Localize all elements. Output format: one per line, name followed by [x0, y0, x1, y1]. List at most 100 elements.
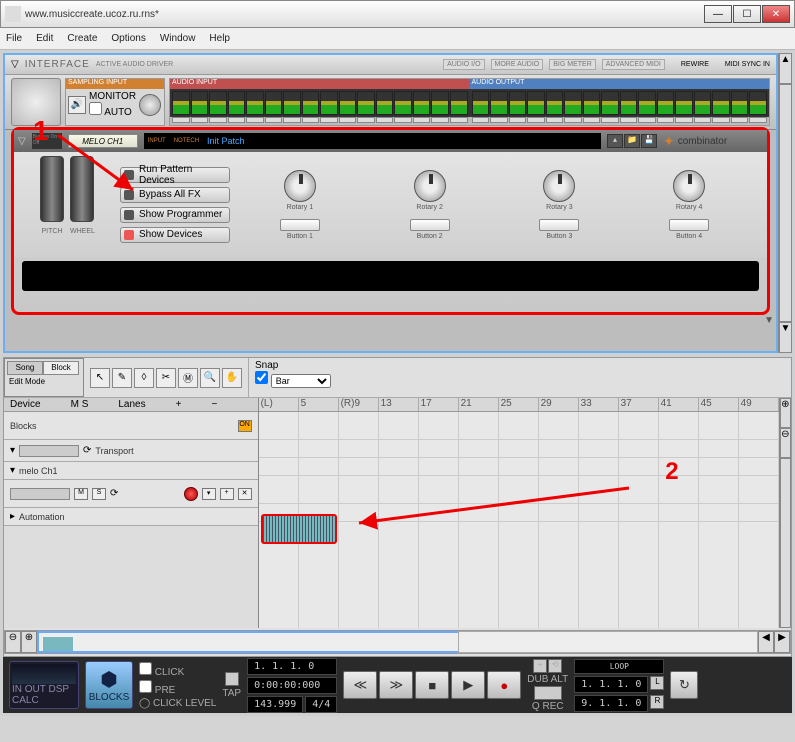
- stop-button[interactable]: ■: [415, 671, 449, 699]
- lane-blocks[interactable]: [259, 412, 779, 440]
- lane-add-button[interactable]: +: [220, 488, 234, 500]
- dub-plus-button[interactable]: +: [533, 659, 547, 673]
- click-checkbox[interactable]: [139, 662, 152, 675]
- rotary-1-knob[interactable]: [284, 170, 316, 202]
- tab-big-meter[interactable]: BIG METER: [549, 59, 596, 70]
- menu-window[interactable]: Window: [160, 33, 196, 44]
- scroll-left-button[interactable]: ◀: [758, 631, 774, 653]
- time-ruler[interactable]: (L)5(R)913172125293337414549: [259, 398, 779, 412]
- comb-button-4[interactable]: [669, 219, 709, 231]
- auto-label: AUTO: [104, 107, 132, 118]
- menu-file[interactable]: File: [6, 33, 22, 44]
- expand-icon[interactable]: ▸: [10, 511, 15, 522]
- hand-tool[interactable]: ✋: [222, 368, 242, 388]
- time-display[interactable]: 0:00:00:000: [247, 677, 337, 694]
- add-lane-button[interactable]: +: [176, 399, 182, 410]
- audio-clip[interactable]: [261, 514, 337, 544]
- lane-transport[interactable]: [259, 440, 779, 458]
- minimize-button[interactable]: —: [704, 5, 732, 23]
- record-button[interactable]: ●: [487, 671, 521, 699]
- track-transport[interactable]: ▾ ⟳ Transport: [4, 440, 258, 462]
- patch-name[interactable]: Init Patch: [207, 136, 245, 146]
- mute-button[interactable]: M: [74, 488, 88, 500]
- zoom-in-button[interactable]: ⊕: [21, 631, 37, 653]
- button-4-label: Button 4: [676, 233, 702, 240]
- show-programmer-button[interactable]: Show Programmer: [120, 207, 230, 223]
- fold-icon[interactable]: ▽: [18, 136, 26, 147]
- play-button[interactable]: ▶: [451, 671, 485, 699]
- auto-checkbox[interactable]: [89, 102, 102, 115]
- zoom-out-button[interactable]: ⊖: [5, 631, 21, 653]
- loop-r-button[interactable]: R: [650, 695, 664, 709]
- level-knob[interactable]: [139, 94, 161, 116]
- monitor-icon[interactable]: 🔊: [68, 96, 86, 114]
- signature-display[interactable]: 4/4: [305, 696, 337, 713]
- comb-button-3[interactable]: [539, 219, 579, 231]
- tempo-display[interactable]: 143.999: [247, 696, 303, 713]
- comb-button-2[interactable]: [410, 219, 450, 231]
- mute-tool[interactable]: Ⓜ: [178, 368, 198, 388]
- rotary-2-knob[interactable]: [414, 170, 446, 202]
- pencil-tool[interactable]: ✎: [112, 368, 132, 388]
- wheel-label: WHEEL: [70, 228, 94, 235]
- pre-checkbox[interactable]: [139, 680, 152, 693]
- song-mode-button[interactable]: Song: [7, 361, 43, 375]
- close-button[interactable]: ✕: [762, 5, 790, 23]
- track-melo-header[interactable]: ▾ melo Ch1: [4, 462, 258, 480]
- blocks-on-button[interactable]: ON: [238, 420, 252, 432]
- magnify-tool[interactable]: 🔍: [200, 368, 220, 388]
- track-automation[interactable]: ▸ Automation: [4, 508, 258, 526]
- razor-tool[interactable]: ✂: [156, 368, 176, 388]
- fold-icon[interactable]: ▽: [11, 59, 19, 70]
- refresh-button[interactable]: ↻: [670, 671, 698, 699]
- track-melo-lane[interactable]: M S ⟳ ▾ + ✕: [4, 480, 258, 508]
- track-blocks[interactable]: Blocks ON: [4, 412, 258, 440]
- menu-options[interactable]: Options: [111, 33, 145, 44]
- patch-browse-button[interactable]: 📁: [624, 134, 640, 148]
- fold-icon[interactable]: ▾: [10, 445, 15, 456]
- rack-scrollbar[interactable]: ▲▼: [778, 53, 792, 353]
- lane-melo-header[interactable]: [259, 458, 779, 476]
- show-devices-button[interactable]: Show Devices: [120, 227, 230, 243]
- fastfwd-button[interactable]: ≫: [379, 671, 413, 699]
- tab-more-audio[interactable]: MORE AUDIO: [491, 59, 544, 70]
- scroll-down-icon[interactable]: ▼: [764, 315, 774, 326]
- scroll-right-button[interactable]: ▶: [774, 631, 790, 653]
- tab-audio-io[interactable]: AUDIO I/O: [443, 59, 484, 70]
- blocks-mode-button[interactable]: ⬢ BLOCKS: [85, 661, 133, 709]
- position-display[interactable]: 1. 1. 1. 0: [247, 658, 337, 675]
- overview[interactable]: ⊖ ⊕ ◀ ▶: [4, 630, 791, 654]
- tap-button[interactable]: [225, 672, 239, 686]
- dub-alt-button[interactable]: ⟲: [548, 659, 562, 673]
- snap-select[interactable]: Bar: [271, 374, 331, 388]
- lane-del-button[interactable]: ✕: [238, 488, 252, 500]
- seq-vscroll[interactable]: ⊕⊖: [779, 398, 791, 628]
- snap-checkbox[interactable]: [255, 371, 268, 384]
- maximize-button[interactable]: ☐: [733, 5, 761, 23]
- qrec-button[interactable]: [534, 686, 562, 700]
- loop-right-display[interactable]: 9. 1. 1. 0: [574, 695, 648, 712]
- patch-prev-button[interactable]: ▴: [607, 134, 623, 148]
- comb-button-1[interactable]: [280, 219, 320, 231]
- arrange-view[interactable]: (L)5(R)913172125293337414549 2: [259, 398, 779, 628]
- rewind-button[interactable]: ≪: [343, 671, 377, 699]
- tab-adv-midi[interactable]: ADVANCED MIDI: [602, 59, 665, 70]
- rotary-4-knob[interactable]: [673, 170, 705, 202]
- fold-icon[interactable]: ▾: [10, 465, 15, 476]
- eraser-tool[interactable]: ◊: [134, 368, 154, 388]
- arrow-tool[interactable]: ↖: [90, 368, 110, 388]
- remove-lane-button[interactable]: −: [211, 399, 217, 410]
- menu-help[interactable]: Help: [209, 33, 230, 44]
- rotary-3-knob[interactable]: [543, 170, 575, 202]
- record-arm-button[interactable]: [184, 487, 198, 501]
- loop-l-button[interactable]: L: [650, 676, 664, 690]
- menu-edit[interactable]: Edit: [36, 33, 53, 44]
- click-level-knob[interactable]: ◯: [139, 698, 150, 709]
- menu-create[interactable]: Create: [67, 33, 97, 44]
- solo-button[interactable]: S: [92, 488, 106, 500]
- block-mode-button[interactable]: Block: [43, 361, 79, 375]
- lane-menu-button[interactable]: ▾: [202, 488, 216, 500]
- loop-label[interactable]: LOOP: [574, 659, 664, 674]
- loop-left-display[interactable]: 1. 1. 1. 0: [574, 676, 648, 693]
- patch-save-button[interactable]: 💾: [641, 134, 657, 148]
